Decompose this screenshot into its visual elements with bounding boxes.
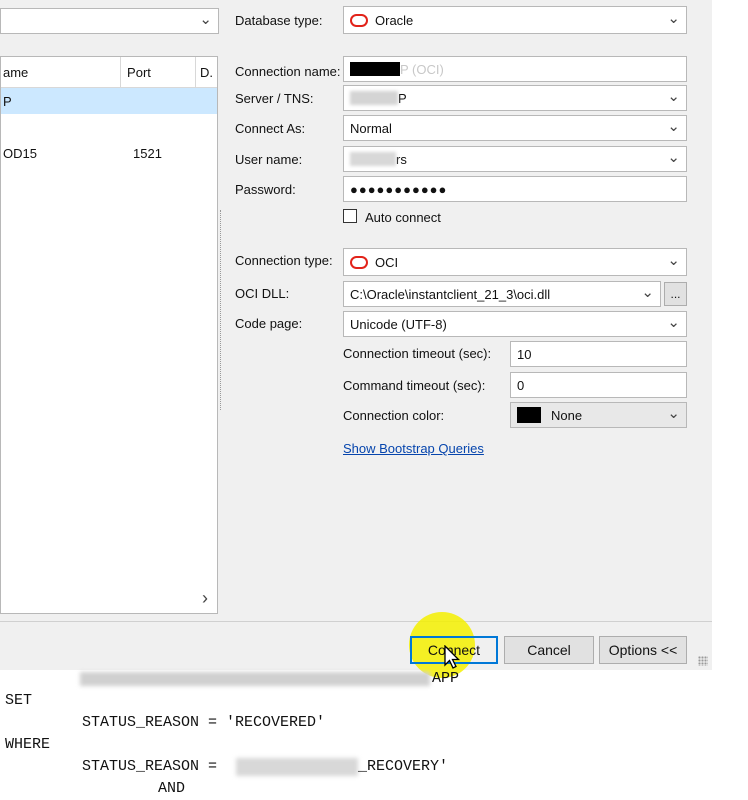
sql-and-keyword: AND <box>158 780 186 797</box>
column-header-port[interactable]: Port <box>121 57 197 87</box>
redaction-blur <box>350 91 398 105</box>
mouse-cursor-icon <box>444 645 461 669</box>
database-type-value: Oracle <box>375 12 414 28</box>
database-type-select[interactable]: Oracle ⌄ <box>343 6 687 34</box>
code-page-select[interactable]: Unicode (UTF-8) ⌄ <box>343 311 687 337</box>
connection-timeout-value: 10 <box>517 346 532 362</box>
chevron-down-icon: ⌄ <box>667 149 680 167</box>
server-tns-select[interactable]: P ⌄ <box>343 85 687 111</box>
sql-set-line: STATUS_REASON = 'RECOVERED' <box>82 714 326 731</box>
connect-as-label: Connect As: <box>235 121 306 136</box>
redaction-block <box>350 62 400 76</box>
table-row[interactable]: OD15 1521 <box>1 140 217 166</box>
redaction-blur <box>236 758 358 776</box>
server-tns-value: P <box>398 90 407 106</box>
splitter-handle[interactable] <box>220 210 224 410</box>
connection-name-field[interactable]: P (OCI) <box>343 56 687 82</box>
code-page-value: Unicode (UTF-8) <box>350 316 447 332</box>
password-field[interactable]: ●●●●●●●●●●● <box>343 176 687 202</box>
user-name-label: User name: <box>235 152 303 167</box>
chevron-down-icon: ⌄ <box>667 118 680 136</box>
redaction-blur <box>80 672 430 686</box>
options-button[interactable]: Options << <box>599 636 687 664</box>
connect-as-select[interactable]: Normal ⌄ <box>343 115 687 141</box>
cell-name: P <box>3 93 12 109</box>
show-bootstrap-queries-link[interactable]: Show Bootstrap Queries <box>343 441 484 456</box>
connection-type-select[interactable]: OCI ⌄ <box>343 248 687 276</box>
chevron-down-icon: ⌄ <box>641 284 654 302</box>
cell-name: OD15 <box>3 145 37 161</box>
chevron-down-icon: ⌄ <box>199 11 212 29</box>
connection-name-label: Connection name: <box>235 64 341 79</box>
connection-timeout-label: Connection timeout (sec): <box>343 346 492 361</box>
resize-grip-icon[interactable] <box>698 656 708 666</box>
user-name-select[interactable]: rs ⌄ <box>343 146 687 172</box>
connection-color-value: None <box>551 407 583 423</box>
chevron-down-icon: ⌄ <box>667 314 680 332</box>
redaction-blur <box>350 152 396 166</box>
grid-header: ame Port D. <box>1 57 217 88</box>
oracle-icon <box>350 255 368 269</box>
database-type-label: Database type: <box>235 13 323 28</box>
server-tns-label: Server / TNS: <box>235 91 314 106</box>
button-bar-divider <box>0 621 712 622</box>
chevron-down-icon: ⌄ <box>667 405 680 423</box>
column-header-name[interactable]: ame <box>1 57 122 87</box>
browse-button[interactable]: ... <box>664 282 687 306</box>
cell-port: 1521 <box>133 145 162 161</box>
command-timeout-label: Command timeout (sec): <box>343 378 486 393</box>
connections-grid: ame Port D. P OD15 1521 › <box>0 56 218 614</box>
connection-timeout-field[interactable]: 10 <box>510 341 687 367</box>
chevron-down-icon: ⌄ <box>667 252 680 270</box>
command-timeout-value: 0 <box>517 377 525 393</box>
sql-partial-line: APP <box>432 670 460 687</box>
chevron-down-icon: ⌄ <box>667 10 680 28</box>
password-value: ●●●●●●●●●●● <box>350 181 448 197</box>
connection-type-value: OCI <box>375 254 399 270</box>
command-timeout-field[interactable]: 0 <box>510 372 687 398</box>
code-page-label: Code page: <box>235 316 303 331</box>
sql-where-line-end: _RECOVERY' <box>358 758 449 775</box>
sql-where-keyword: WHERE <box>5 736 51 753</box>
oracle-icon <box>350 13 368 27</box>
cancel-button[interactable]: Cancel <box>504 636 594 664</box>
table-row[interactable]: P <box>1 88 217 114</box>
column-header-d[interactable]: D. <box>196 57 217 87</box>
scroll-right-arrow-icon[interactable]: › <box>195 585 215 611</box>
connection-type-label: Connection type: <box>235 253 333 268</box>
chevron-down-icon: ⌄ <box>667 88 680 106</box>
password-label: Password: <box>235 182 296 197</box>
table-row[interactable] <box>1 114 217 140</box>
user-name-value: rs <box>396 151 407 167</box>
top-left-combo[interactable]: ⌄ <box>0 8 219 34</box>
oci-dll-select[interactable]: C:\Oracle\instantclient_21_3\oci.dll ⌄ <box>343 281 661 307</box>
connect-as-value: Normal <box>350 120 392 136</box>
auto-connect-label: Auto connect <box>365 210 441 225</box>
auto-connect-checkbox[interactable] <box>343 209 357 223</box>
sql-set-keyword: SET <box>5 692 33 709</box>
oci-dll-value: C:\Oracle\instantclient_21_3\oci.dll <box>350 286 551 302</box>
connection-color-select[interactable]: None ⌄ <box>510 402 687 428</box>
color-swatch <box>517 407 541 423</box>
connection-color-label: Connection color: <box>343 408 445 423</box>
connection-name-value: P (OCI) <box>400 61 444 77</box>
sql-where-line-start: STATUS_REASON = <box>82 758 218 775</box>
oci-dll-label: OCI DLL: <box>235 286 290 301</box>
